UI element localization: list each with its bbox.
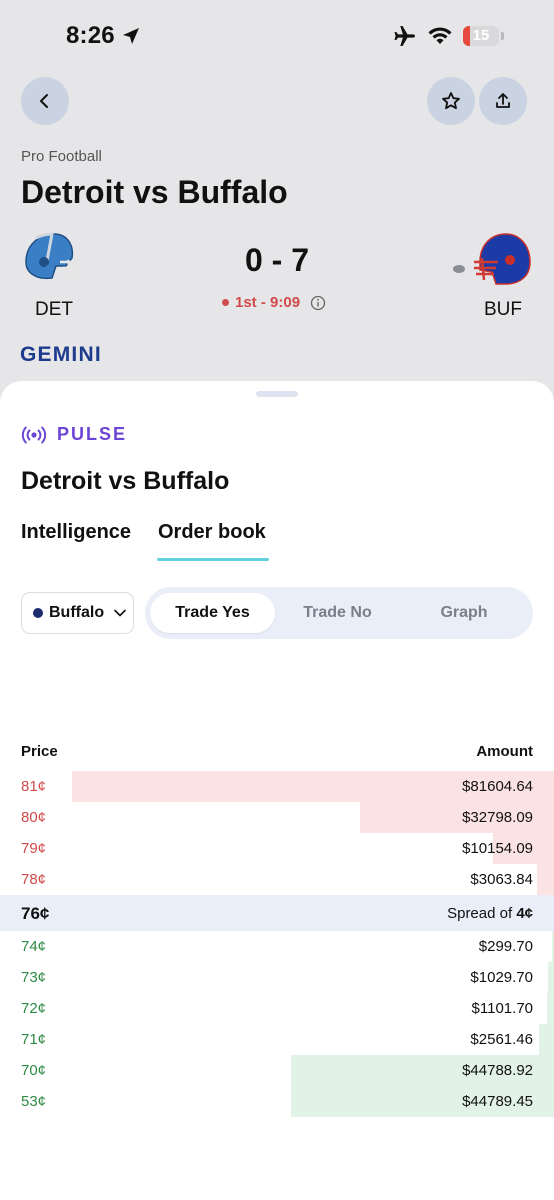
ask-amount: $10154.09 xyxy=(462,840,533,857)
favorite-button[interactable] xyxy=(427,77,475,125)
status-bar: 8:26 15 xyxy=(0,0,554,74)
battery-icon: 15 xyxy=(463,26,499,46)
league-label: Pro Football xyxy=(21,148,102,165)
bid-row[interactable]: 74¢ $299.70 xyxy=(0,931,554,962)
ask-row[interactable]: 81¢ $81604.64 xyxy=(0,771,554,802)
bid-amount: $44789.45 xyxy=(462,1093,533,1110)
segment-trade-no[interactable]: Trade No xyxy=(275,593,400,633)
bid-amount: $1101.70 xyxy=(471,1000,533,1017)
back-button[interactable] xyxy=(21,77,69,125)
bid-price: 71¢ xyxy=(21,1031,47,1048)
spread-value: 4¢ xyxy=(516,905,533,922)
price-column-header: Price xyxy=(21,743,58,760)
spread-label: Spread of xyxy=(447,905,513,922)
airplane-icon xyxy=(394,26,415,46)
ask-price: 79¢ xyxy=(21,840,47,857)
active-tab-indicator xyxy=(157,558,269,561)
ask-row[interactable]: 79¢ $10154.09 xyxy=(0,833,554,864)
ask-row[interactable]: 78¢ $3063.84 xyxy=(0,864,554,895)
mid-price: 76¢ xyxy=(21,904,50,923)
status-indicators: 15 xyxy=(393,25,504,47)
bid-amount: $2561.46 xyxy=(470,1031,533,1048)
bid-price: 70¢ xyxy=(21,1062,47,1079)
location-arrow-icon xyxy=(123,28,139,44)
bid-row[interactable]: 53¢ $44789.45 xyxy=(0,1086,554,1117)
spread-row: 76¢ Spread of 4¢ xyxy=(0,895,554,931)
bid-amount: $44788.92 xyxy=(462,1062,533,1079)
ask-price: 81¢ xyxy=(21,778,47,795)
ask-price: 80¢ xyxy=(21,809,47,826)
game-clock-text: 1st - 9:09 xyxy=(235,294,301,311)
tab-intelligence[interactable]: Intelligence xyxy=(21,521,131,544)
share-button[interactable] xyxy=(479,77,527,125)
tab-order-book[interactable]: Order book xyxy=(158,521,266,544)
pulse-text: PULSE xyxy=(57,424,128,444)
battery-cap xyxy=(501,32,504,40)
bid-amount: $1029.70 xyxy=(470,969,533,986)
share-icon xyxy=(496,93,510,108)
ask-amount: $32798.09 xyxy=(462,809,533,826)
spread-text: Spread of 4¢ xyxy=(447,905,533,922)
scoreboard: 0 - 7 xyxy=(244,242,310,278)
gemini-logo: GEMINI xyxy=(20,343,102,366)
pulse-label: PULSE xyxy=(21,424,127,445)
bid-price: 74¢ xyxy=(21,938,47,955)
game-clock: 1st - 9:09 xyxy=(222,294,326,311)
trade-segmented-control: Trade Yes Trade No Graph xyxy=(145,587,533,639)
team-code-away: BUF xyxy=(484,299,522,320)
sheet-grabber[interactable] xyxy=(256,391,298,397)
bid-row[interactable]: 72¢ $1101.70 xyxy=(0,993,554,1024)
wifi-icon xyxy=(428,27,452,44)
bid-row[interactable]: 70¢ $44788.92 xyxy=(0,1055,554,1086)
ask-depth-bar xyxy=(537,864,554,895)
bid-price: 72¢ xyxy=(21,1000,47,1017)
ask-row[interactable]: 80¢ $32798.09 xyxy=(0,802,554,833)
star-icon xyxy=(442,92,460,110)
bottom-sheet: PULSE Detroit vs Buffalo Intelligence Or… xyxy=(0,381,554,1200)
team-select-value: Buffalo xyxy=(49,604,105,621)
segment-trade-yes[interactable]: Trade Yes xyxy=(150,593,275,633)
bid-price: 53¢ xyxy=(21,1093,47,1110)
page-title: Detroit vs Buffalo xyxy=(21,174,288,210)
ask-amount: $3063.84 xyxy=(470,871,533,888)
team-code-home: DET xyxy=(35,299,73,320)
live-dot-icon xyxy=(222,299,229,306)
broadcast-icon xyxy=(21,426,47,443)
team-color-dot xyxy=(33,608,43,618)
chevron-left-icon xyxy=(40,94,48,108)
bid-amount: $299.70 xyxy=(478,938,533,955)
amount-column-header: Amount xyxy=(476,743,533,760)
team-select[interactable]: Buffalo xyxy=(21,592,134,634)
bid-depth-bar xyxy=(547,993,554,1024)
chevron-down-icon xyxy=(114,609,126,617)
status-time: 8:26 xyxy=(66,22,115,49)
bid-depth-bar xyxy=(547,962,554,993)
bid-price: 73¢ xyxy=(21,969,47,986)
ask-price: 78¢ xyxy=(21,871,47,888)
battery-level: 15 xyxy=(472,27,490,44)
ask-amount: $81604.64 xyxy=(462,778,533,795)
sheet-title: Detroit vs Buffalo xyxy=(21,467,230,495)
info-icon[interactable] xyxy=(310,295,326,311)
bid-row[interactable]: 71¢ $2561.46 xyxy=(0,1024,554,1055)
bid-depth-bar xyxy=(539,1024,554,1055)
segment-graph[interactable]: Graph xyxy=(400,593,528,633)
bid-row[interactable]: 73¢ $1029.70 xyxy=(0,962,554,993)
